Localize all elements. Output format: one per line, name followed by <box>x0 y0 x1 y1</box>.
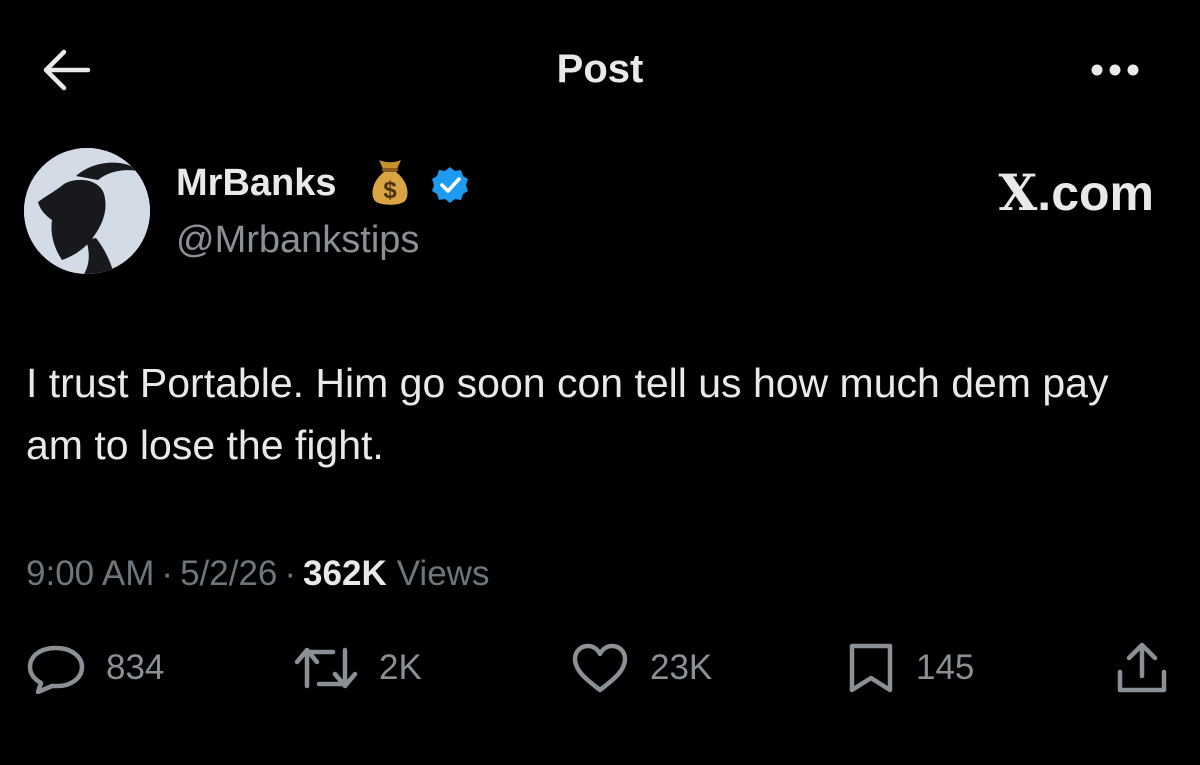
author-handle[interactable]: @Mrbankstips <box>176 217 419 263</box>
like-count: 23K <box>650 648 713 687</box>
share-button[interactable] <box>1112 640 1172 696</box>
author-name[interactable]: MrBanks <box>176 160 337 206</box>
reply-icon <box>27 645 85 694</box>
post-time[interactable]: 9:00 AM <box>26 552 154 596</box>
repost-count: 2K <box>379 648 422 687</box>
money-bag-icon: $ <box>372 160 408 205</box>
svg-text:$: $ <box>383 177 397 204</box>
site-label: X .com <box>999 164 1155 222</box>
bookmark-icon <box>849 643 893 693</box>
repost-button[interactable]: 2K <box>293 640 422 696</box>
site-domain: .com <box>1037 165 1154 221</box>
verified-badge-icon[interactable] <box>430 165 470 205</box>
bookmark-button[interactable]: 145 <box>846 640 974 696</box>
ellipsis-icon <box>1091 64 1139 76</box>
separator: · <box>161 554 174 593</box>
views-label: Views <box>396 554 490 593</box>
avatar[interactable] <box>24 148 150 274</box>
reply-button[interactable]: 834 <box>26 640 164 696</box>
post-meta: 9:00 AM · 5/2/26 · 362K Views <box>26 552 489 596</box>
arrow-left-icon <box>43 49 91 91</box>
repost-icon <box>294 647 358 689</box>
goat-silhouette-icon <box>24 148 150 274</box>
more-options-button[interactable] <box>1080 48 1150 92</box>
back-button[interactable] <box>36 44 96 96</box>
x-logo-icon: X <box>998 163 1038 222</box>
share-icon <box>1117 642 1167 693</box>
like-button[interactable]: 23K <box>570 640 712 696</box>
bookmark-count: 145 <box>916 648 975 687</box>
post-date[interactable]: 5/2/26 <box>180 552 277 596</box>
reply-count: 834 <box>106 648 165 687</box>
views-count[interactable]: 362K <box>303 552 387 596</box>
page-title: Post <box>556 47 644 91</box>
separator: · <box>284 554 297 593</box>
post-text: I trust Portable. Him go soon con tell u… <box>26 360 1109 468</box>
heart-icon <box>572 643 628 693</box>
